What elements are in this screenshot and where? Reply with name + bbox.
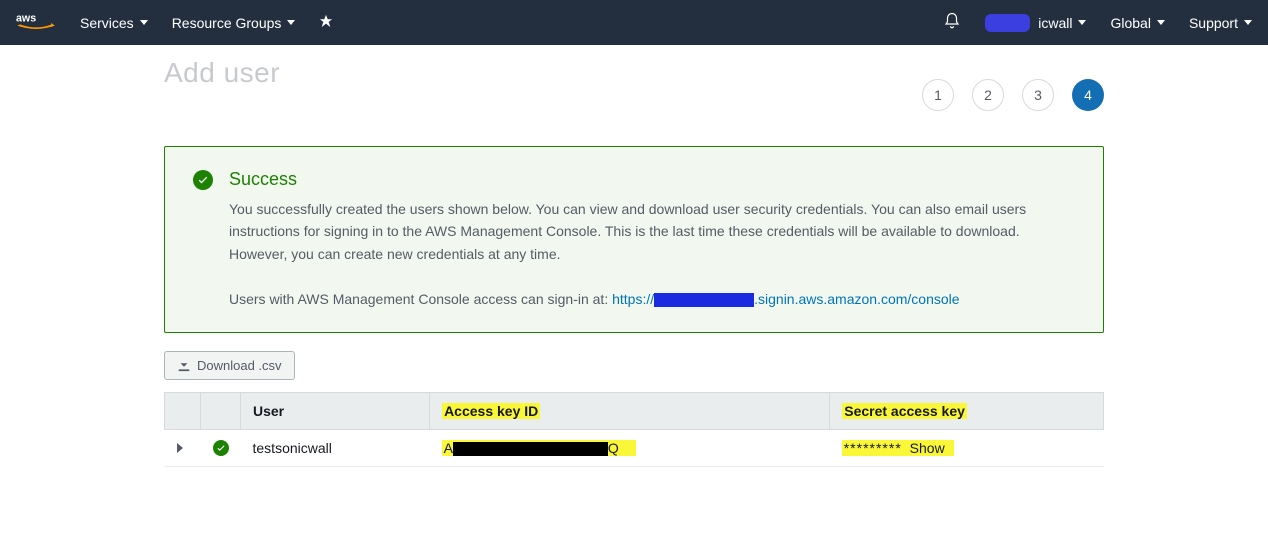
redacted-account-icon: [985, 14, 1030, 32]
success-check-icon: [213, 440, 229, 456]
success-body-text: You successfully created the users shown…: [229, 198, 1075, 265]
download-csv-button[interactable]: Download .csv: [164, 351, 295, 380]
signin-prefix: Users with AWS Management Console access…: [229, 291, 612, 307]
credentials-table: User Access key ID Secret access key tes…: [164, 392, 1104, 467]
chevron-down-icon: [287, 20, 295, 25]
svg-text:aws: aws: [16, 12, 36, 24]
chevron-down-icon: [140, 20, 148, 25]
col-access-key: Access key ID: [430, 392, 830, 429]
bell-icon[interactable]: [943, 12, 961, 33]
download-csv-label: Download .csv: [197, 358, 282, 373]
success-title: Success: [229, 169, 297, 190]
signin-url-link[interactable]: https://.signin.aws.amazon.com/console: [612, 291, 959, 307]
row-status: [201, 429, 241, 466]
success-check-icon: [193, 170, 213, 190]
row-expand-toggle[interactable]: [165, 429, 201, 466]
nav-resource-groups-label: Resource Groups: [172, 15, 282, 31]
nav-services-label: Services: [80, 15, 134, 31]
success-banner: Success You successfully created the use…: [164, 146, 1104, 333]
triangle-right-icon: [177, 443, 183, 453]
success-signin-line: Users with AWS Management Console access…: [229, 288, 1075, 310]
aws-logo[interactable]: aws: [16, 11, 56, 35]
redacted-access-key: [453, 442, 608, 456]
nav-services[interactable]: Services: [80, 15, 148, 31]
nav-region[interactable]: Global: [1110, 15, 1164, 31]
page-title: Add user: [164, 57, 1104, 89]
nav-region-label: Global: [1110, 15, 1150, 31]
col-status: [201, 392, 241, 429]
nav-account[interactable]: icwall: [985, 14, 1086, 32]
nav-support-label: Support: [1189, 15, 1238, 31]
chevron-down-icon: [1078, 20, 1086, 25]
show-secret-link[interactable]: Show: [910, 440, 945, 456]
cell-user: testsonicwall: [241, 429, 430, 466]
col-user: User: [241, 392, 430, 429]
cell-secret: ********* Show: [830, 429, 1104, 466]
nav-resource-groups[interactable]: Resource Groups: [172, 15, 296, 31]
download-icon: [177, 358, 191, 372]
table-row: testsonicwall AQ ********* Show: [165, 429, 1104, 466]
chevron-down-icon: [1157, 20, 1165, 25]
col-secret: Secret access key: [830, 392, 1104, 429]
nav-account-label: icwall: [1038, 15, 1072, 31]
cell-access-key: AQ: [430, 429, 830, 466]
top-nav: aws Services Resource Groups icwall Glob…: [0, 0, 1268, 45]
chevron-down-icon: [1244, 20, 1252, 25]
pin-icon[interactable]: [319, 14, 333, 31]
col-expand: [165, 392, 201, 429]
redacted-account-id: [654, 293, 754, 307]
nav-support[interactable]: Support: [1189, 15, 1252, 31]
